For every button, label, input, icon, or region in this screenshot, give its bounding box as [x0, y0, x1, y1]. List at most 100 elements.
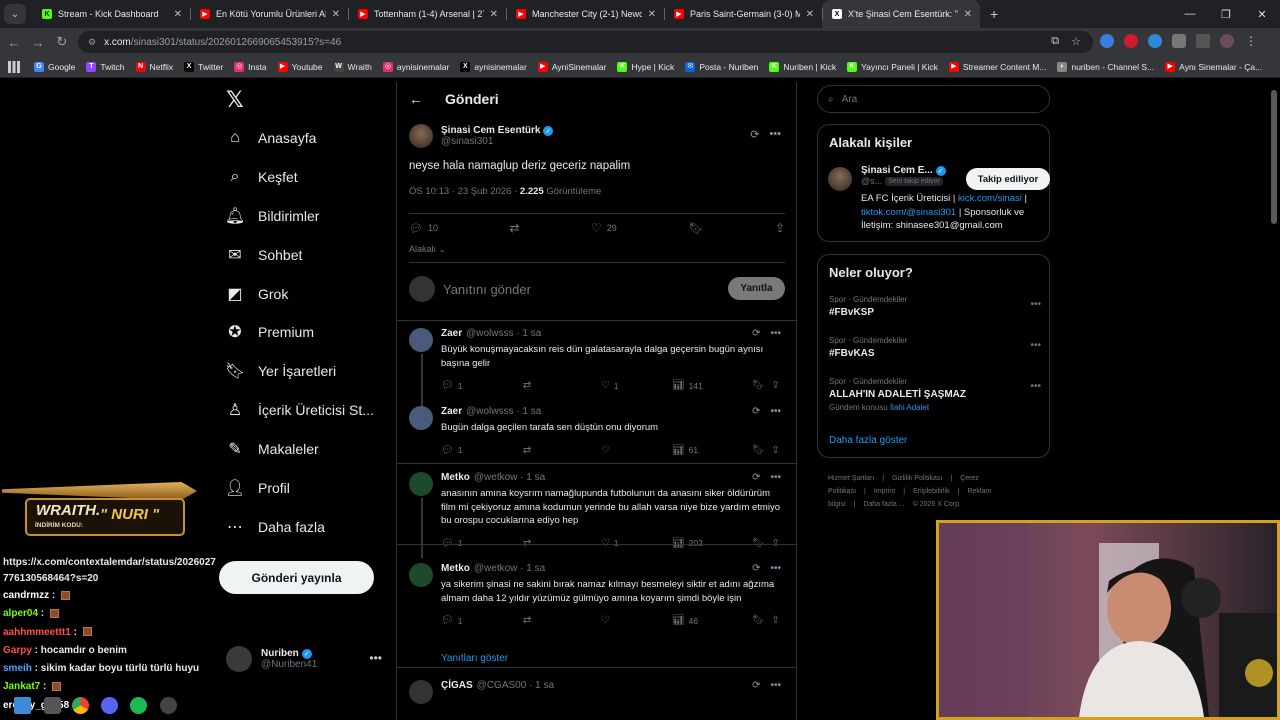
grok-icon[interactable]: ⟳	[750, 128, 759, 141]
more-dots-icon[interactable]: •••	[770, 472, 781, 483]
browser-tab[interactable]: ▶ Manchester City (2-1) Newcastl ✕	[506, 0, 664, 28]
shield-extension-icon[interactable]	[1148, 34, 1162, 48]
obs-icon[interactable]	[160, 697, 177, 714]
reply-handle[interactable]: @wetkow · 1 sa	[474, 563, 545, 574]
media-icon[interactable]	[1196, 34, 1210, 48]
tab-close-icon[interactable]: ✕	[806, 9, 814, 20]
avatar[interactable]	[409, 563, 433, 587]
reply-author[interactable]: Metko	[441, 563, 470, 574]
heart-action[interactable]: ♡	[601, 445, 672, 456]
reply-author[interactable]: Metko	[441, 472, 470, 483]
more-dots-icon[interactable]: •••	[770, 328, 781, 339]
reply-author[interactable]: Zaer	[441, 406, 462, 417]
avatar[interactable]	[409, 680, 433, 704]
show-replies-link[interactable]: Yanıtları göster	[441, 653, 508, 664]
bookmark-item[interactable]: Xaynisinemalar	[460, 61, 527, 72]
person-name[interactable]: Şinasi Cem E...	[861, 165, 933, 176]
tab-close-icon[interactable]: ✕	[964, 9, 972, 20]
menu-dots-icon[interactable]: ⋮	[1244, 34, 1258, 48]
footer-link[interactable]: Daha fazla ...	[863, 501, 904, 508]
bookmark-item[interactable]: ▶ Streamer Content M...	[948, 61, 1046, 72]
bookmark-item[interactable]: ✉ Posta - Nuriben	[685, 61, 758, 72]
repost-action[interactable]: ⇄	[523, 538, 601, 549]
post-button[interactable]: Gönderi yayınla	[219, 561, 374, 594]
avatar[interactable]	[409, 124, 433, 148]
share-action[interactable]: ⇪	[771, 445, 785, 456]
footer-link[interactable]: Erişilebilirlik	[913, 488, 950, 495]
reply-action[interactable]: 💬︎ 1	[441, 615, 523, 626]
install-app-icon[interactable]: ⧉	[1051, 35, 1059, 48]
heart-action[interactable]: ♡	[601, 615, 672, 626]
reply-submit-button[interactable]: Yanıtla	[728, 277, 785, 300]
tab-search-button[interactable]: ⌄	[4, 4, 26, 24]
more-dots-icon[interactable]: •••	[1030, 299, 1041, 310]
bookmark-item[interactable]: K Yayıncı Paneli | Kick	[847, 61, 938, 72]
chart-action[interactable]: 📊︎ 202	[672, 538, 752, 549]
bookmark-item[interactable]: T Twitch	[86, 61, 125, 72]
trend-context-link[interactable]: İlahi Adalet	[890, 403, 929, 412]
bookmark-item[interactable]: ▶ AyniSinemalar	[537, 61, 606, 72]
author-name[interactable]: Şinasi Cem Esentürk	[441, 125, 540, 136]
tab-close-icon[interactable]: ✕	[490, 9, 498, 20]
footer-link[interactable]: © 2026 X Corp.	[913, 501, 961, 508]
nav-item-more[interactable]: ⋯ Daha fazla	[226, 512, 325, 542]
nav-item-bookmark[interactable]: 🔖︎ Yer İşaretleri	[225, 356, 336, 386]
apps-grid-icon[interactable]	[8, 60, 20, 73]
reply-item[interactable]: ÇİGAS @CGAS00 · 1 sa ⟳ •••	[409, 680, 785, 704]
chart-action[interactable]: 📊︎ 61	[672, 445, 752, 456]
avatar[interactable]	[409, 328, 433, 352]
bookmark-action[interactable]: 🔖︎	[752, 380, 771, 391]
reply-action[interactable]: 💬︎ 1	[441, 538, 523, 549]
avatar[interactable]	[409, 406, 433, 430]
more-dots-icon[interactable]: •••	[369, 651, 382, 665]
explorer-icon[interactable]	[44, 697, 61, 714]
grok-icon[interactable]: ⟳	[752, 472, 760, 483]
reply-author[interactable]: Zaer	[441, 328, 462, 339]
nav-item-mail[interactable]: ✉ Sohbet	[226, 240, 302, 270]
share-action[interactable]: ⇪	[771, 380, 785, 391]
nav-item-creator[interactable]: ♙ İçerik Üreticisi St...	[226, 395, 374, 425]
close-window-icon[interactable]: ✕	[1244, 8, 1280, 21]
trend-item[interactable]: Spor · Gündemdekiler #FBvKSP •••	[829, 295, 1041, 318]
more-dots-icon[interactable]: •••	[770, 406, 781, 417]
reply-item[interactable]: Metko @wetkow · 1 sa ⟳ ••• ya sikerim şinasi…	[409, 563, 785, 626]
forward-icon[interactable]: →	[26, 35, 50, 50]
minimize-icon[interactable]: —	[1172, 8, 1208, 20]
reply-handle[interactable]: @wetkow · 1 sa	[474, 472, 545, 483]
site-info-icon[interactable]: ⚙	[88, 37, 96, 48]
star-icon[interactable]: ☆	[1071, 35, 1081, 48]
reply-item[interactable]: Zaer @wolwsss · 1 sa ⟳ ••• Bugün dalga geçil…	[409, 406, 785, 456]
windows-start-icon[interactable]	[14, 697, 31, 714]
avatar[interactable]	[828, 167, 852, 191]
footer-link[interactable]: Hizmet Şartları	[828, 475, 874, 482]
reply-action[interactable]: 💬︎ 1	[441, 380, 523, 391]
bio-link[interactable]: tiktok.com/@sinasi301	[861, 207, 956, 218]
account-switcher[interactable]: Nuriben ✓ @Nuriben41 •••	[226, 643, 386, 675]
reply-item[interactable]: Zaer @wolwsss · 1 sa ⟳ ••• Büyük konuşmayaca…	[409, 328, 785, 391]
nav-item-premium[interactable]: ✪ Premium	[226, 317, 314, 347]
repost-action[interactable]: ⇄	[523, 445, 601, 456]
nav-item-grok[interactable]: ◩ Grok	[226, 279, 288, 309]
extension-icon[interactable]	[1100, 34, 1114, 48]
trend-item[interactable]: Spor · Gündemdekiler #FBvKAS •••	[829, 336, 1041, 359]
share-action[interactable]: ⇪	[771, 538, 785, 549]
following-button[interactable]: Takip ediliyor	[966, 168, 1050, 190]
grok-icon[interactable]: ⟳	[752, 563, 760, 574]
back-arrow-icon[interactable]: ←	[409, 91, 431, 107]
repost-action[interactable]: ⇄	[523, 615, 601, 626]
tab-close-icon[interactable]: ✕	[332, 9, 340, 20]
bookmark-action[interactable]: 🔖︎	[752, 445, 771, 456]
new-tab-button[interactable]: +	[990, 6, 998, 22]
bookmark-action[interactable]: 🔖︎	[752, 538, 771, 549]
share-action[interactable]: ⇪	[775, 221, 785, 235]
back-icon[interactable]: ←	[2, 35, 26, 50]
footer-link[interactable]: Gizlilik Politikası	[892, 475, 942, 482]
avatar[interactable]	[409, 472, 433, 496]
footer-link[interactable]: Imprint	[874, 488, 895, 495]
more-dots-icon[interactable]: •••	[770, 680, 781, 691]
reply-author[interactable]: ÇİGAS	[441, 680, 473, 691]
bio-link[interactable]: kick.com/sinasi	[958, 193, 1022, 204]
nav-item-profile[interactable]: 👤︎ Profil	[225, 473, 290, 503]
bookmark-item[interactable]: X Twitter	[184, 61, 223, 72]
search-input[interactable]: ⌕ Ara	[817, 85, 1050, 113]
